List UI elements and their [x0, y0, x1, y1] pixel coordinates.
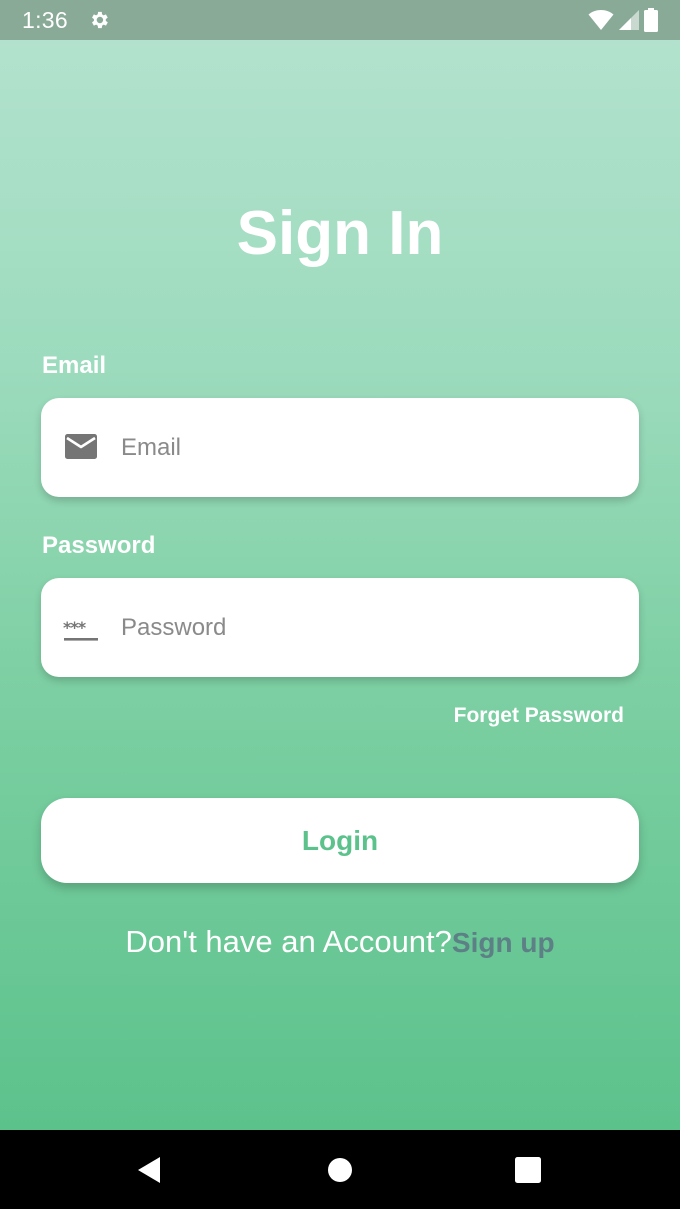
password-label: Password — [42, 532, 156, 559]
status-icons — [588, 8, 658, 32]
recents-icon[interactable] — [510, 1152, 546, 1188]
gear-icon — [92, 11, 108, 29]
signup-prompt: Don't have an Account? — [125, 924, 452, 959]
login-button[interactable]: Login — [41, 798, 639, 883]
password-icon: *** — [63, 618, 98, 641]
status-time: 1:36 — [22, 7, 68, 33]
forget-password-link[interactable]: Forget Password — [454, 704, 624, 728]
email-label: Email — [42, 352, 107, 379]
svg-text:***: *** — [63, 618, 87, 637]
email-input[interactable] — [121, 398, 621, 497]
page-title: Sign In — [236, 199, 444, 268]
home-icon[interactable] — [322, 1152, 358, 1188]
signup-row: Don't have an Account?Sign up — [0, 924, 680, 960]
email-field[interactable] — [41, 398, 639, 497]
back-icon[interactable] — [132, 1152, 168, 1188]
navigation-bar — [0, 1130, 680, 1209]
content-area: Sign In Email Password *** Forget Passwo… — [0, 40, 680, 1130]
signup-link[interactable]: Sign up — [452, 927, 555, 958]
password-input[interactable] — [121, 578, 621, 677]
sign-in-screen: 1:36 Sign In Email Email Password *** Fo… — [0, 0, 680, 1209]
password-field[interactable]: *** — [41, 578, 639, 677]
battery-icon — [644, 8, 658, 32]
status-bar: 1:36 — [0, 0, 680, 40]
mail-icon — [65, 434, 97, 459]
wifi-icon — [588, 10, 614, 30]
signal-icon — [619, 10, 639, 30]
